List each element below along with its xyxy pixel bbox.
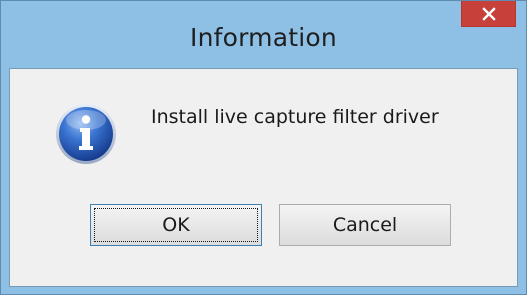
cancel-button-label: Cancel	[332, 214, 398, 236]
dialog-body: Install live capture filter driver OK Ca…	[9, 68, 518, 287]
close-button[interactable]	[461, 1, 516, 27]
dialog-window: Information Install live capture filter …	[0, 0, 527, 295]
cancel-button[interactable]: Cancel	[279, 204, 451, 246]
window-title: Information	[190, 23, 337, 52]
title-bar[interactable]: Information	[1, 1, 526, 68]
ok-button-label: OK	[162, 214, 190, 236]
close-icon	[481, 6, 496, 21]
info-icon	[54, 102, 118, 166]
ok-button[interactable]: OK	[90, 204, 262, 246]
dialog-message: Install live capture filter driver	[151, 106, 439, 128]
